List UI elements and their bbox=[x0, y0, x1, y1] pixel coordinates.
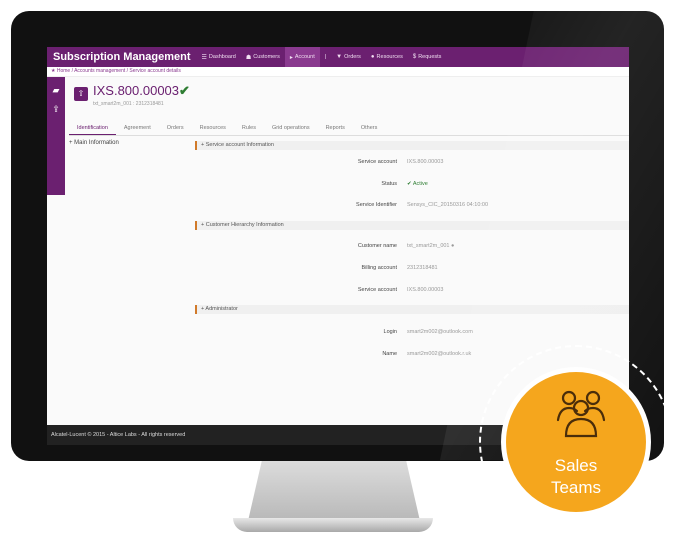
badge-line-1: Sales bbox=[554, 456, 598, 475]
nav-requests[interactable]: $ Requests bbox=[408, 47, 447, 67]
field-value: smart2m002@outlook.r.uk bbox=[407, 351, 472, 357]
field-label: Billing account bbox=[361, 265, 397, 271]
top-navigation-bar: Subscription Management ☰ Dashboard ☗ Cust… bbox=[47, 47, 629, 67]
folder-icon[interactable]: ▰ bbox=[47, 85, 65, 96]
tab-reports[interactable]: Reports bbox=[318, 121, 353, 135]
tab-grid-operations[interactable]: Grid operations bbox=[264, 121, 318, 135]
nav-resources-label: Resources bbox=[376, 54, 403, 60]
nav-dashboard-label: Dashboard bbox=[208, 54, 236, 60]
field-label: Status bbox=[381, 181, 397, 187]
field-label: Service account bbox=[357, 287, 397, 293]
tab-bar: Identification Agreement Orders Resource… bbox=[69, 121, 629, 136]
nav-account[interactable]: ▸ Account bbox=[284, 47, 320, 67]
export-icon[interactable]: ⇪ bbox=[47, 104, 65, 115]
field-value: smart2m002@outlook.com bbox=[407, 329, 473, 335]
status-value: ✔ Active bbox=[407, 181, 428, 187]
field-value: IXS.800.00003 bbox=[407, 287, 444, 293]
left-icon-sidebar: ▰ ⇪ bbox=[47, 77, 65, 195]
tab-identification[interactable]: Identification bbox=[69, 121, 116, 135]
field-value: 2312318481 bbox=[407, 265, 438, 271]
nav-customers-label: Customers bbox=[253, 54, 280, 60]
nav-customers[interactable]: ☗ Customers bbox=[241, 47, 285, 67]
orders-icon: ▼ bbox=[336, 54, 343, 60]
account-title: IXS.800.00003✔ bbox=[93, 83, 190, 99]
main-nav: ☰ Dashboard ☗ Customers ▸ Account | ▼ Orders… bbox=[197, 47, 447, 67]
sales-teams-badge: Sales Teams bbox=[501, 367, 651, 517]
nav-requests-label: Requests bbox=[418, 54, 442, 60]
monitor-stand bbox=[248, 461, 420, 521]
tab-agreement[interactable]: Agreement bbox=[116, 121, 159, 135]
tab-rules[interactable]: Rules bbox=[234, 121, 264, 135]
nav-separator: | bbox=[320, 47, 331, 67]
account-icon: ▸ bbox=[289, 54, 293, 61]
field-value: txt_smart2m_001 ● bbox=[407, 243, 455, 249]
field-label: Customer name bbox=[357, 243, 397, 249]
field-label: Login bbox=[383, 329, 397, 335]
nav-orders-label: Orders bbox=[344, 54, 361, 60]
requests-icon: $ bbox=[412, 54, 417, 60]
dashboard-icon: ☰ bbox=[201, 54, 207, 61]
team-icon bbox=[556, 390, 606, 438]
nav-orders[interactable]: ▼ Orders bbox=[331, 47, 366, 67]
tab-resources[interactable]: Resources bbox=[192, 121, 234, 135]
section-service-account[interactable]: + Service account Information bbox=[195, 141, 629, 150]
customers-icon: ☗ bbox=[245, 54, 252, 61]
badge-line-2: Teams bbox=[550, 478, 602, 497]
field-value: IXS.800.00003 bbox=[407, 159, 444, 165]
nav-separator-label: | bbox=[324, 54, 327, 60]
field-label: Service account bbox=[357, 159, 397, 165]
section-administrator[interactable]: + Administrator bbox=[195, 305, 629, 314]
main-information-toggle[interactable]: + Main Information bbox=[69, 140, 119, 146]
resources-icon: ● bbox=[370, 54, 375, 60]
field-value: Sensys_CIC_20150316 04:10:00 bbox=[407, 202, 489, 208]
app-title: Subscription Management bbox=[53, 51, 191, 63]
account-id: IXS.800.00003 bbox=[93, 83, 180, 98]
nav-resources[interactable]: ● Resources bbox=[366, 47, 408, 67]
field-label: Service Identifier bbox=[356, 202, 397, 208]
tab-orders[interactable]: Orders bbox=[159, 121, 192, 135]
section-customer-hierarchy[interactable]: + Customer Hierarchy Information bbox=[195, 221, 629, 230]
breadcrumb[interactable]: ★ Home / Accounts management / Service a… bbox=[47, 67, 629, 77]
tab-others[interactable]: Others bbox=[353, 121, 386, 135]
field-label: Name bbox=[382, 351, 397, 357]
account-subtitle: txt_smart2m_001 : 2312318481 bbox=[93, 101, 164, 107]
nav-dashboard[interactable]: ☰ Dashboard bbox=[197, 47, 241, 67]
monitor-base bbox=[233, 518, 433, 532]
nav-account-label: Account bbox=[294, 54, 315, 60]
account-type-icon: ⇧ bbox=[74, 87, 88, 101]
check-icon: ✔ bbox=[179, 83, 190, 98]
